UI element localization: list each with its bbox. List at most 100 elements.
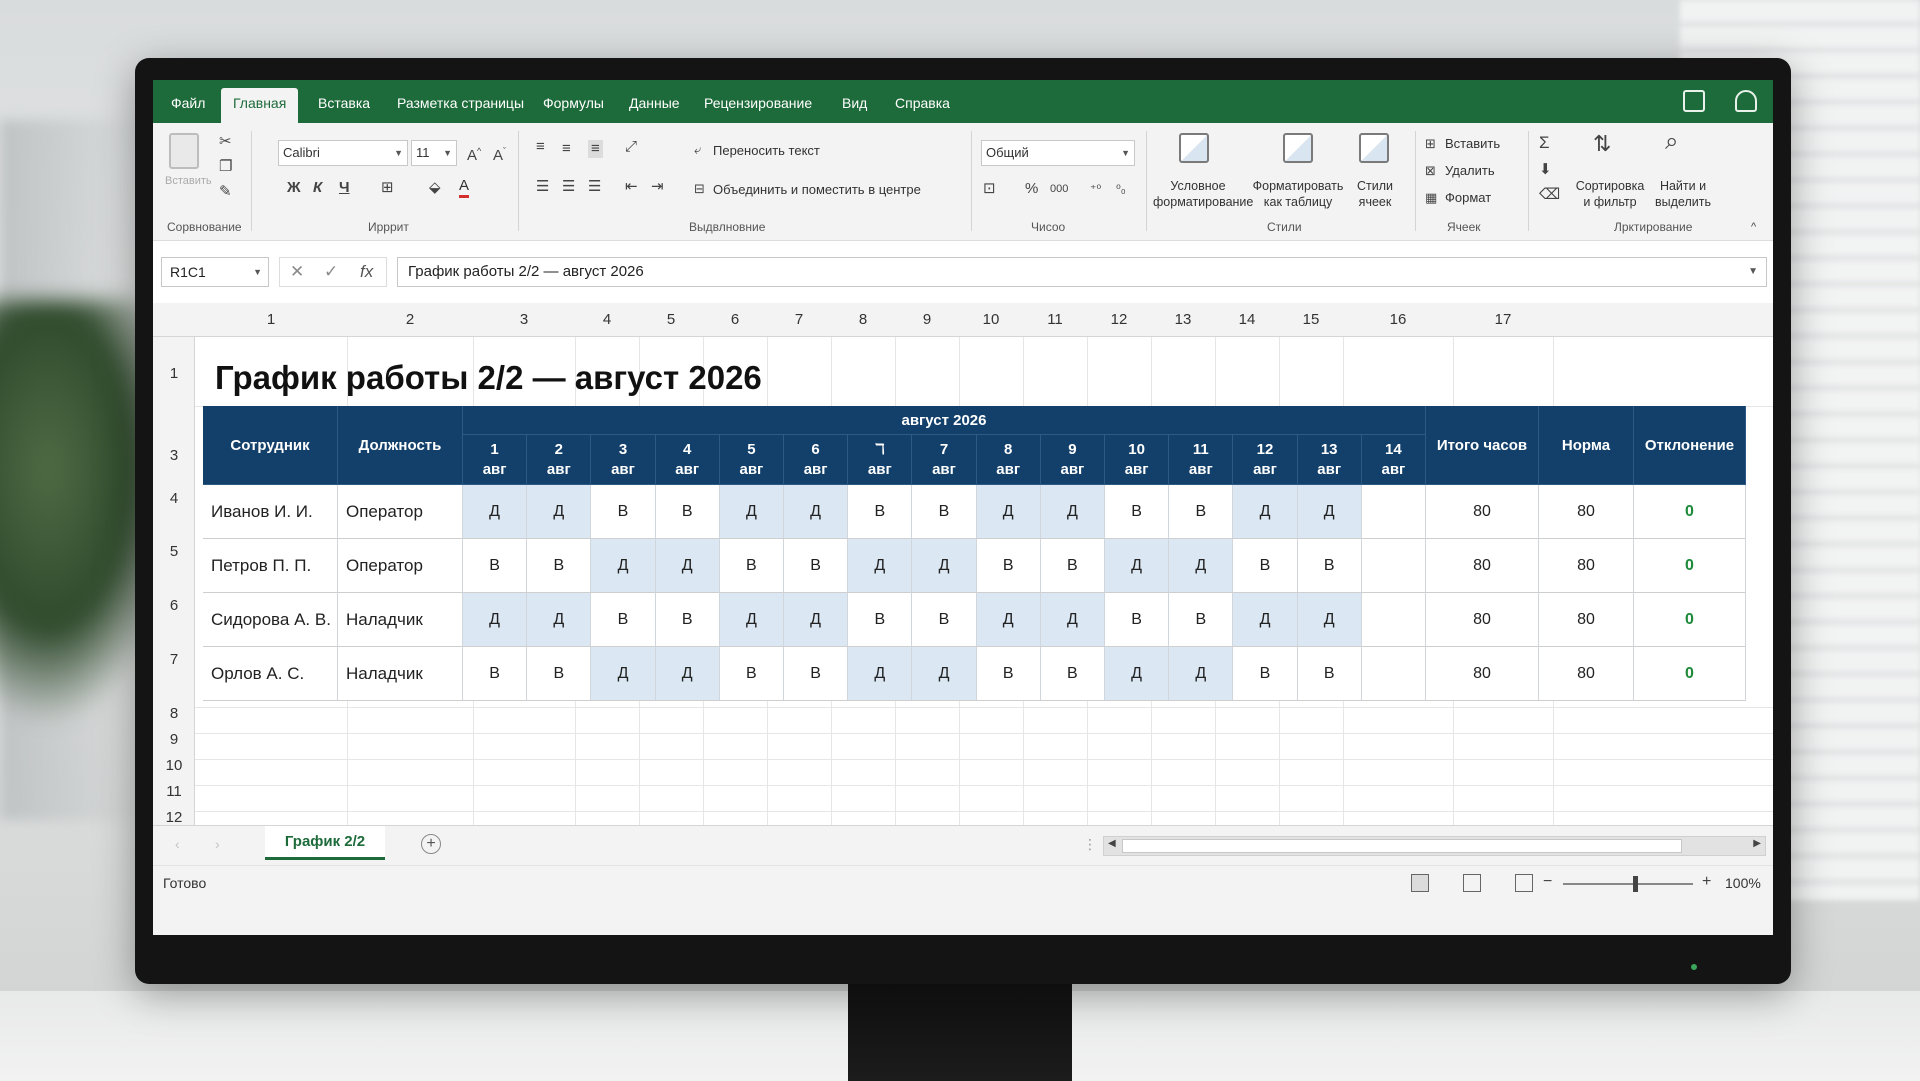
row-header[interactable]: 7 [153, 651, 195, 668]
decrease-decimal-icon[interactable]: ⁰₀ [1116, 180, 1126, 198]
conditional-formatting-icon[interactable] [1179, 133, 1209, 163]
deviation-cell[interactable]: 0 [1634, 593, 1746, 647]
comma-style-button[interactable]: 000 [1050, 180, 1068, 198]
shift-off-cell[interactable]: В [1233, 539, 1298, 593]
shift-off-cell[interactable]: В [463, 539, 528, 593]
scrollbar-thumb[interactable] [1122, 839, 1682, 853]
row-header[interactable]: 8 [153, 705, 195, 722]
shift-off-cell[interactable]: В [784, 647, 849, 701]
borders-icon[interactable]: ⊞ [381, 179, 394, 197]
shift-day-cell[interactable]: Д [719, 485, 784, 539]
shift-day-cell[interactable]: Д [976, 593, 1041, 647]
insert-cells-button[interactable]: Вставить [1445, 136, 1500, 151]
formula-input[interactable]: График работы 2/2 — август 2026 ▼ [397, 257, 1767, 287]
shift-off-cell[interactable]: В [719, 539, 784, 593]
shift-day-cell[interactable]: Д [719, 593, 784, 647]
tab-review[interactable]: Рецензирование [692, 88, 824, 123]
column-header[interactable]: 7 [767, 303, 831, 337]
shift-day-cell[interactable]: Д [1297, 485, 1362, 539]
shift-day-cell[interactable]: Д [463, 593, 528, 647]
shift-day-cell[interactable]: Д [1040, 593, 1105, 647]
wrap-text-icon[interactable]: ⤶ [694, 141, 701, 159]
shift-off-cell[interactable]: В [463, 647, 528, 701]
shift-day-cell[interactable]: Д [1297, 593, 1362, 647]
page-break-view-icon[interactable] [1515, 874, 1533, 892]
paste-icon[interactable] [169, 133, 199, 169]
zoom-percent[interactable]: 100% [1725, 875, 1761, 891]
deviation-cell[interactable]: 0 [1634, 647, 1746, 701]
search-icon[interactable]: ⌕ [1665, 130, 1678, 154]
format-as-table-button[interactable]: Форматировать как таблицу [1251, 178, 1345, 210]
shift-day-cell[interactable]: Д [784, 485, 849, 539]
add-sheet-icon[interactable]: + [421, 834, 441, 854]
format-as-table-icon[interactable] [1283, 133, 1313, 163]
sort-filter-icon[interactable]: ⇅ [1593, 133, 1611, 155]
account-icon[interactable] [1735, 90, 1757, 112]
underline-button[interactable]: Ч [339, 179, 350, 197]
shift-day-cell[interactable]: Д [463, 485, 528, 539]
employee-name[interactable]: Петров П. П. [203, 539, 338, 593]
tab-view[interactable]: Вид [830, 88, 879, 123]
shift-off-cell[interactable]: В [1040, 647, 1105, 701]
cancel-icon[interactable]: ✕ [290, 262, 304, 282]
shift-off-cell[interactable]: В [848, 485, 913, 539]
shift-off-cell[interactable]: В [1169, 593, 1234, 647]
zoom-slider-thumb[interactable] [1632, 876, 1638, 892]
column-header[interactable]: 9 [895, 303, 959, 337]
increase-indent-icon[interactable]: ⇥ [651, 178, 664, 196]
column-header[interactable]: 3 [473, 303, 575, 337]
font-color-icon[interactable]: A [459, 177, 470, 198]
shift-off-cell[interactable]: В [1169, 485, 1234, 539]
shift-empty-cell[interactable] [1361, 539, 1426, 593]
employee-name[interactable]: Орлов А. С. [203, 647, 338, 701]
shift-off-cell[interactable]: В [976, 647, 1041, 701]
shift-off-cell[interactable]: В [591, 593, 656, 647]
zoom-in-icon[interactable]: + [1702, 873, 1711, 891]
employee-position[interactable]: Оператор [338, 485, 463, 539]
scroll-right-icon[interactable]: ▶ [1753, 838, 1761, 849]
shift-day-cell[interactable]: Д [976, 485, 1041, 539]
employee-position[interactable]: Наладчик [338, 593, 463, 647]
shift-off-cell[interactable]: В [912, 485, 977, 539]
shift-off-cell[interactable]: В [719, 647, 784, 701]
format-painter-icon[interactable]: ✎ [219, 183, 232, 201]
tab-data[interactable]: Данные [617, 88, 692, 123]
shift-day-cell[interactable]: Д [848, 539, 913, 593]
shift-day-cell[interactable]: Д [655, 647, 720, 701]
norm-cell[interactable]: 80 [1539, 539, 1634, 593]
shift-day-cell[interactable]: Д [591, 539, 656, 593]
sheet-title-cell[interactable]: График работы 2/2 — август 2026 [215, 359, 762, 397]
column-header[interactable]: 2 [347, 303, 473, 337]
font-name-select[interactable]: Calibri ▼ [278, 140, 408, 166]
increase-font-icon[interactable]: A^ [467, 142, 481, 165]
shift-off-cell[interactable]: В [1105, 485, 1170, 539]
employee-name[interactable]: Сидорова А. В. [203, 593, 338, 647]
shift-off-cell[interactable]: В [591, 485, 656, 539]
format-cells-button[interactable]: Формат [1445, 190, 1491, 205]
column-header[interactable]: 1 [195, 303, 347, 337]
shift-off-cell[interactable]: В [976, 539, 1041, 593]
number-format-select[interactable]: Общий ▼ [981, 140, 1135, 166]
tab-page-layout[interactable]: Разметка страницы [385, 88, 536, 123]
shift-day-cell[interactable]: Д [1233, 593, 1298, 647]
shift-off-cell[interactable]: В [527, 647, 592, 701]
row-header[interactable]: 12 [153, 809, 195, 826]
norm-cell[interactable]: 80 [1539, 593, 1634, 647]
cell-styles-icon[interactable] [1359, 133, 1389, 163]
clear-icon[interactable]: ⌫ [1539, 186, 1560, 204]
shift-day-cell[interactable]: Д [655, 539, 720, 593]
find-select-button[interactable]: Найти и выделить [1653, 178, 1713, 210]
align-top-icon[interactable]: ≡ [536, 138, 545, 156]
fill-color-icon[interactable]: ⬙ [429, 179, 441, 197]
cell-styles-button[interactable]: Стили ячеек [1347, 178, 1403, 210]
shift-off-cell[interactable]: В [1040, 539, 1105, 593]
insert-function-icon[interactable]: fx [360, 262, 373, 282]
row-header[interactable]: 9 [153, 731, 195, 748]
autosum-icon[interactable]: Σ [1539, 134, 1550, 152]
align-bottom-icon[interactable]: ≡ [588, 140, 603, 158]
next-sheet-icon[interactable]: › [215, 836, 220, 852]
fill-icon[interactable]: ⬇ [1539, 161, 1552, 179]
total-hours-cell[interactable]: 80 [1426, 485, 1539, 539]
collapse-ribbon-icon[interactable]: ^ [1751, 218, 1756, 236]
shift-day-cell[interactable]: Д [1233, 485, 1298, 539]
